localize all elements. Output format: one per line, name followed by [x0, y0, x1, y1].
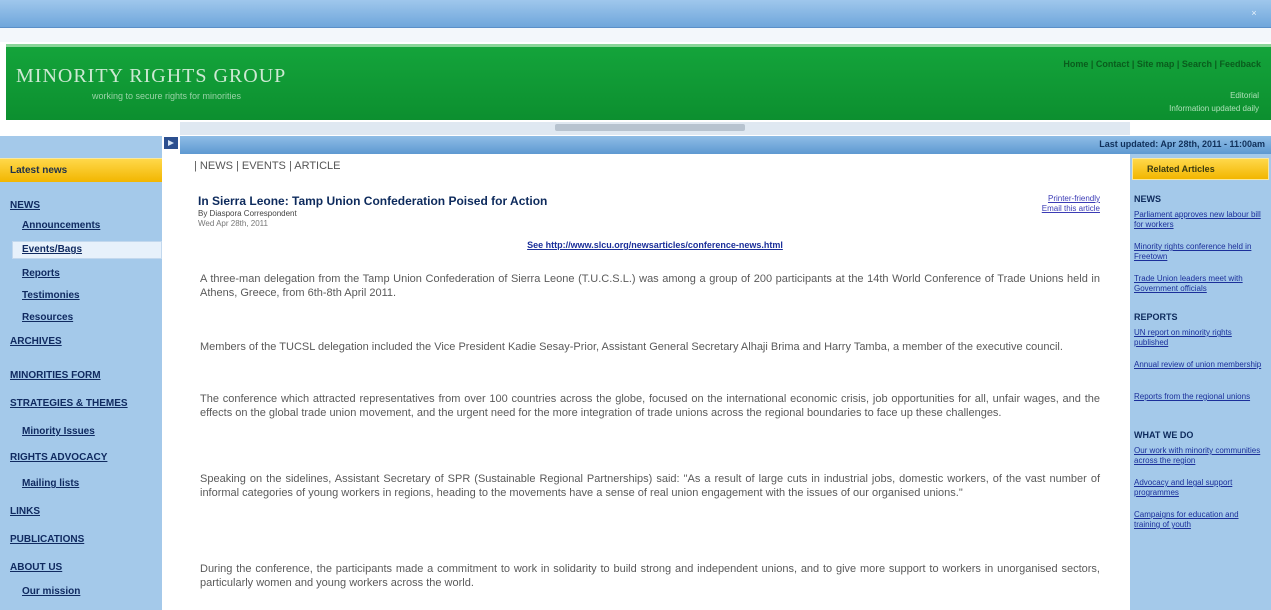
related-link[interactable]: UN report on minority rights published	[1134, 328, 1266, 348]
related-link[interactable]: Reports from the regional unions	[1134, 392, 1266, 402]
sidebar-nav-item[interactable]: LINKS	[10, 506, 40, 517]
right-sidebar-header-label: Related Articles	[1147, 164, 1215, 174]
banner-subinfo-line: Information updated daily	[1169, 104, 1259, 113]
right-sidebar-header: Related Articles	[1132, 158, 1269, 180]
sidebar-nav-item[interactable]: Minority Issues	[22, 426, 95, 437]
source-link-row: See http://www.slcu.org/newsarticles/con…	[180, 240, 1130, 250]
article-byline: By Diaspora Correspondent	[198, 209, 297, 218]
sidebar-nav-item[interactable]: Mailing lists	[22, 478, 79, 489]
banner-subinfo-line: Editorial	[1230, 91, 1259, 100]
related-section-title: WHAT WE DO	[1134, 430, 1194, 440]
related-link[interactable]: Campaigns for education and training of …	[1134, 510, 1266, 530]
related-section-title: REPORTS	[1134, 312, 1178, 322]
article-paragraph: During the conference, the participants …	[200, 563, 1100, 589]
related-link[interactable]: Trade Union leaders meet with Government…	[1134, 274, 1266, 294]
left-sidebar: Latest news NEWS Announcements Events/Bags…	[0, 136, 162, 610]
article-paragraph: The conference which attracted represent…	[200, 393, 1100, 419]
right-sidebar: Related Articles NEWS Parliament approves…	[1130, 154, 1271, 610]
sidebar-nav-item[interactable]: Resources	[22, 312, 73, 323]
last-updated-date: Last updated: Apr 28th, 2011 - 11:00am	[1099, 139, 1265, 149]
banner-subinfo: Editorial Information updated daily	[1169, 89, 1259, 115]
article-paragraph: Speaking on the sidelines, Assistant Sec…	[200, 473, 1100, 499]
site-logo[interactable]: MINORITY RIGHTS GROUP	[16, 65, 286, 88]
sidebar-nav-item[interactable]: ARCHIVES	[10, 336, 62, 347]
top-links[interactable]: Home | Contact | Site map | Search | Fee…	[1063, 59, 1261, 69]
sidebar-nav-item[interactable]: Testimonies	[22, 290, 80, 301]
date-bar: Last updated: Apr 28th, 2011 - 11:00am	[180, 136, 1271, 154]
related-link[interactable]: Minority rights conference held in Freet…	[1134, 242, 1266, 262]
email-article-link[interactable]: Email this article	[1042, 204, 1100, 214]
article-title: In Sierra Leone: Tamp Union Confederatio…	[198, 194, 548, 208]
sidebar-nav-item[interactable]: NEWS	[10, 200, 40, 211]
related-link[interactable]: Advocacy and legal support programmes	[1134, 478, 1266, 498]
main-content: | NEWS | EVENTS | ARTICLE In Sierra Leon…	[180, 154, 1130, 610]
scroll-thumb[interactable]	[555, 124, 745, 131]
sidebar-nav-item[interactable]: Reports	[22, 268, 60, 279]
scroll-indicator	[180, 122, 1130, 135]
sidebar-nav-item[interactable]: PUBLICATIONS	[10, 534, 84, 545]
close-icon[interactable]: ×	[1249, 8, 1259, 18]
left-sidebar-header: Latest news	[0, 158, 162, 182]
source-link[interactable]: See http://www.slcu.org/newsarticles/con…	[527, 240, 783, 250]
top-gap	[0, 28, 1271, 42]
expand-icon[interactable]	[163, 136, 179, 150]
related-link[interactable]: Parliament approves new labour bill for …	[1134, 210, 1266, 230]
sidebar-nav-item[interactable]: STRATEGIES & THEMES	[10, 398, 128, 409]
left-sidebar-header-label: Latest news	[10, 165, 68, 176]
sidebar-nav-item[interactable]: RIGHTS ADVOCACY	[10, 452, 107, 463]
sidebar-nav-item[interactable]: Our mission	[22, 586, 80, 597]
article-paragraph: A three-man delegation from the Tamp Uni…	[200, 273, 1100, 299]
sidebar-nav-item[interactable]: MINORITIES FORM	[10, 370, 101, 381]
article-date: Wed Apr 28th, 2011	[198, 219, 268, 228]
breadcrumb[interactable]: | NEWS | EVENTS | ARTICLE	[194, 160, 341, 172]
related-link[interactable]: Our work with minority communities acros…	[1134, 446, 1266, 466]
related-section-title: NEWS	[1134, 194, 1161, 204]
article-paragraph: Members of the TUCSL delegation included…	[200, 341, 1063, 353]
site-tagline: working to secure rights for minorities	[92, 91, 242, 101]
article-tools: Printer-friendly Email this article	[1042, 194, 1100, 214]
printer-friendly-link[interactable]: Printer-friendly	[1042, 194, 1100, 204]
related-link[interactable]: Annual review of union membership	[1134, 360, 1266, 370]
browser-topbar: ×	[0, 0, 1271, 28]
site-banner: MINORITY RIGHTS GROUP working to secure …	[6, 44, 1271, 120]
sidebar-nav-item[interactable]: Events/Bags	[22, 244, 82, 255]
sidebar-nav-item[interactable]: Announcements	[22, 220, 100, 231]
sidebar-nav-item[interactable]: ABOUT US	[10, 562, 62, 573]
